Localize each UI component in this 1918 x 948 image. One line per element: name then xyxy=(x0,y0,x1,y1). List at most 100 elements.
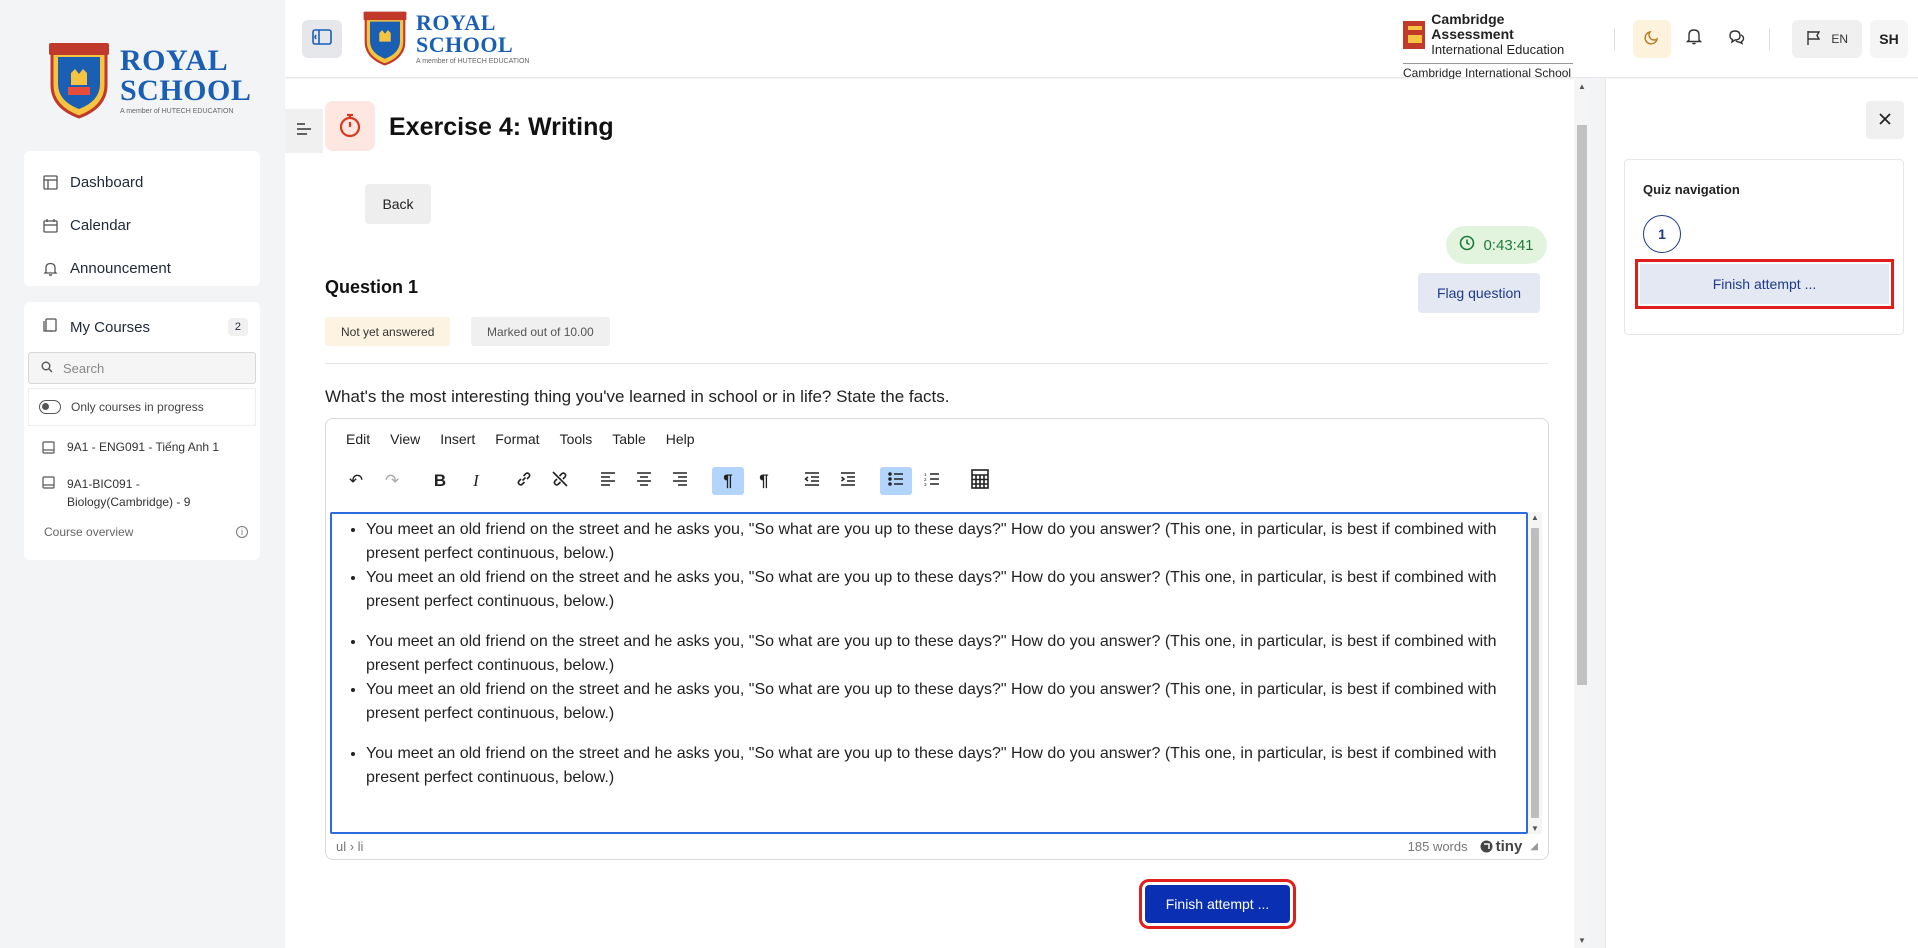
redo-button[interactable]: ↷ xyxy=(376,467,408,495)
question-title: Question 1 xyxy=(325,277,419,297)
messages-button[interactable] xyxy=(1717,20,1755,58)
header-actions: EN SH xyxy=(1600,20,1908,58)
main-nav: Dashboard Calendar Announcement xyxy=(24,151,260,286)
scroll-up-arrow-icon[interactable]: ▲ xyxy=(1531,513,1539,522)
course-item[interactable]: 9A1 - ENG091 - Tiếng Anh 1 xyxy=(24,430,260,465)
in-progress-toggle-row[interactable]: Only courses in progress xyxy=(28,388,256,426)
nav-announcement-label: Announcement xyxy=(70,260,171,277)
bell-icon xyxy=(42,261,58,277)
tiny-icon xyxy=(1480,840,1493,852)
list-item: You meet an old friend on the street and… xyxy=(366,678,1510,726)
editor-scrollbar[interactable]: ▲ ▼ xyxy=(1528,512,1542,834)
align-center-button[interactable] xyxy=(628,467,660,495)
brand-tagline: A member of HUTECH EDUCATION xyxy=(120,107,234,115)
link-icon xyxy=(515,470,533,493)
link-button[interactable] xyxy=(508,467,540,495)
language-button[interactable]: EN xyxy=(1792,20,1862,58)
menu-format[interactable]: Format xyxy=(495,431,539,447)
element-path[interactable]: ul › li xyxy=(336,839,363,854)
editor-scroll-thumb[interactable] xyxy=(1531,528,1539,818)
question-nav-button[interactable]: 1 xyxy=(1643,215,1681,253)
nav-dashboard[interactable]: Dashboard xyxy=(24,161,260,204)
flag-question-button[interactable]: Flag question xyxy=(1418,273,1540,313)
outdent-button[interactable] xyxy=(796,467,828,495)
book-icon xyxy=(42,441,55,457)
menu-tools[interactable]: Tools xyxy=(560,431,593,447)
my-courses-header[interactable]: My Courses 2 xyxy=(24,302,260,352)
shield-icon xyxy=(360,10,410,66)
ltr-button[interactable]: ¶ xyxy=(712,467,744,495)
bold-button[interactable]: B xyxy=(424,467,456,495)
in-progress-toggle[interactable] xyxy=(39,400,61,414)
header-logo[interactable]: ROYAL SCHOOL A member of HUTECH EDUCATIO… xyxy=(360,10,529,66)
menu-view[interactable]: View xyxy=(390,431,420,447)
dashboard-icon xyxy=(42,175,58,191)
menu-insert[interactable]: Insert xyxy=(440,431,475,447)
clock-icon xyxy=(1459,235,1475,255)
user-avatar[interactable]: SH xyxy=(1870,20,1908,58)
svg-text:3: 3 xyxy=(924,482,927,486)
unlink-button[interactable] xyxy=(544,467,576,495)
rtl-button[interactable]: ¶ xyxy=(748,467,780,495)
course-overview-link[interactable]: Course overview i xyxy=(24,519,260,539)
align-left-button[interactable] xyxy=(592,467,624,495)
numbered-list-button[interactable]: 123 xyxy=(916,467,948,495)
scroll-up-arrow-icon[interactable]: ▲ xyxy=(1578,82,1586,91)
notifications-button[interactable] xyxy=(1675,20,1713,58)
close-drawer-button[interactable] xyxy=(1866,101,1904,139)
nav-announcement[interactable]: Announcement xyxy=(24,247,260,290)
scroll-down-arrow-icon[interactable]: ▼ xyxy=(1578,936,1586,945)
back-button[interactable]: Back xyxy=(365,184,431,224)
bullet-list-button[interactable] xyxy=(880,467,912,495)
dark-mode-button[interactable] xyxy=(1633,20,1672,58)
nav-calendar-label: Calendar xyxy=(70,217,131,234)
list-item: You meet an old friend on the street and… xyxy=(366,630,1510,678)
italic-button[interactable]: I xyxy=(460,467,492,495)
my-courses-label: My Courses xyxy=(70,318,151,336)
word-count[interactable]: 185 words xyxy=(1408,839,1468,854)
tiny-logo[interactable]: tiny xyxy=(1480,838,1522,855)
editor-content-area[interactable]: You meet an old friend on the street and… xyxy=(330,512,1528,834)
course-search-input[interactable]: Search xyxy=(28,352,256,384)
scroll-down-arrow-icon[interactable]: ▼ xyxy=(1531,824,1539,833)
page-scroll-thumb[interactable] xyxy=(1577,125,1587,685)
timer-value: 0:43:41 xyxy=(1483,236,1534,254)
royal-school-logo[interactable]: ROYAL SCHOOL A member of HUTECH EDUCATIO… xyxy=(44,40,251,120)
course-item[interactable]: 9A1-BIC091 - Biology(Cambridge) - 9 xyxy=(24,465,260,519)
menu-table[interactable]: Table xyxy=(612,431,645,447)
quiz-navigation-title: Quiz navigation xyxy=(1643,182,1740,197)
marks-badge: Marked out of 10.00 xyxy=(471,317,610,346)
editor-statusbar: ul › li 185 words tiny ◢ xyxy=(326,833,1548,859)
menu-help[interactable]: Help xyxy=(666,431,695,447)
stopwatch-icon xyxy=(325,101,375,151)
main-content: Exercise 4: Writing Back 0:43:41 Questio… xyxy=(285,79,1590,948)
align-left-icon xyxy=(296,122,312,140)
bullet-list: You meet an old friend on the street and… xyxy=(346,518,1510,614)
page-scrollbar[interactable]: ▲ ▼ xyxy=(1574,79,1590,948)
cambridge-line-2: International Education xyxy=(1431,42,1565,57)
nav-calendar[interactable]: Calendar xyxy=(24,204,260,247)
top-header: ROYAL SCHOOL A member of HUTECH EDUCATIO… xyxy=(285,0,1918,80)
align-right-button[interactable] xyxy=(664,467,696,495)
info-icon[interactable]: i xyxy=(236,526,248,538)
sidebar-toggle-button[interactable] xyxy=(302,20,342,58)
search-icon xyxy=(41,361,53,376)
resize-handle-icon[interactable]: ◢ xyxy=(1530,841,1538,852)
book-icon xyxy=(42,476,55,492)
nav-finish-attempt-button[interactable]: Finish attempt ... xyxy=(1635,259,1894,309)
cambridge-logo: Cambridge Assessment International Educa… xyxy=(1403,12,1579,80)
indent-button[interactable] xyxy=(832,467,864,495)
quiz-timer: 0:43:41 xyxy=(1446,226,1547,264)
calculator-button[interactable] xyxy=(964,467,996,495)
list-item: You meet an old friend on the street and… xyxy=(366,742,1510,790)
undo-button[interactable]: ↶ xyxy=(340,467,372,495)
bell-icon xyxy=(1686,28,1703,50)
editor-toolbar: ↶ ↷ B I ¶ ¶ 1 2 3 xyxy=(326,459,1548,503)
courses-icon xyxy=(42,317,58,337)
menu-edit[interactable]: Edit xyxy=(346,431,370,447)
divider xyxy=(325,363,1548,364)
question-prompt: What's the most interesting thing you've… xyxy=(325,387,950,406)
finish-attempt-button[interactable]: Finish attempt ... xyxy=(1139,879,1296,929)
editor-menubar: Edit View Insert Format Tools Table Help xyxy=(326,419,1548,459)
drawer-toggle-button[interactable] xyxy=(285,109,323,153)
